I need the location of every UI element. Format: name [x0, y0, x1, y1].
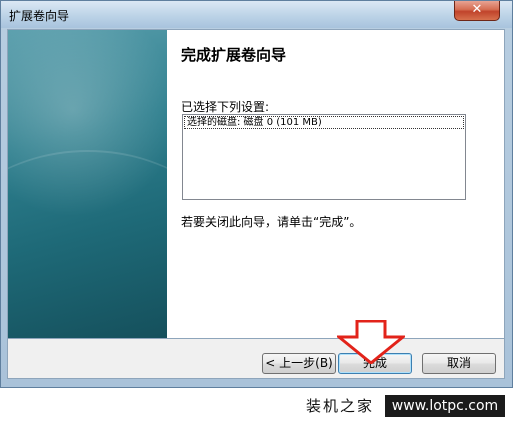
- wizard-sidebar-graphic: [8, 30, 167, 338]
- selected-settings-label: 已选择下列设置:: [181, 100, 270, 114]
- down-arrow-icon: [337, 320, 405, 364]
- title-bar[interactable]: 扩展卷向导 ✕: [1, 1, 512, 28]
- background-window-ghost: [111, 2, 451, 24]
- wizard-heading: 完成扩展卷向导: [181, 46, 287, 64]
- wizard-content: 完成扩展卷向导 已选择下列设置: 选择的磁盘: 磁盘 0 (101 MB) 若要…: [7, 29, 505, 339]
- cancel-button[interactable]: 取消: [422, 353, 496, 374]
- watermark-name: 装机之家: [306, 397, 375, 415]
- watermark-url: www.lotpc.com: [385, 395, 505, 417]
- back-button[interactable]: < 上一步(B): [262, 353, 336, 374]
- close-button[interactable]: ✕: [454, 1, 500, 21]
- finish-hint-text: 若要关闭此向导，请单击“完成”。: [181, 215, 362, 229]
- settings-listbox[interactable]: 选择的磁盘: 磁盘 0 (101 MB): [182, 114, 466, 200]
- button-bar: < 上一步(B) 完成 取消: [7, 339, 505, 379]
- wizard-window: 扩展卷向导 ✕ 完成扩展卷向导 已选择下列设置: 选择的磁盘: 磁盘 0 (10…: [0, 0, 513, 388]
- settings-list-item[interactable]: 选择的磁盘: 磁盘 0 (101 MB): [184, 116, 464, 129]
- window-title: 扩展卷向导: [9, 9, 70, 23]
